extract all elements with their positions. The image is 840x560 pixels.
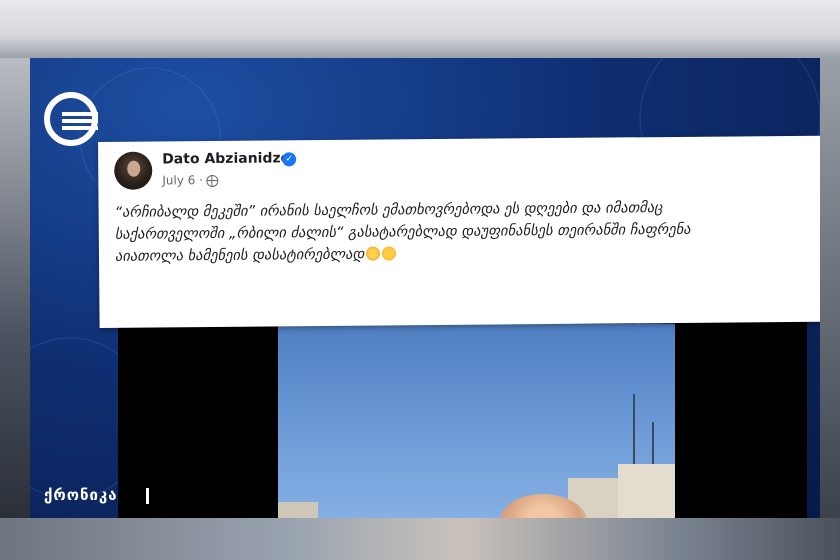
blurred-frame-right	[820, 58, 840, 518]
globe-icon	[206, 174, 219, 188]
video-letterbox-right	[675, 322, 807, 518]
facebook-post-card: Dato Abzianidze ✓ July 6 · “არჩიბალდ მეკ…	[98, 135, 820, 328]
avatar[interactable]	[114, 151, 153, 190]
broadcast-screen: Dato Abzianidze ✓ July 6 · “არჩიბალდ მეკ…	[30, 58, 820, 518]
blurred-frame-left	[0, 58, 30, 518]
building	[618, 464, 675, 518]
blurred-frame-top	[0, 0, 840, 58]
video-letterbox-left	[118, 326, 278, 518]
antenna	[633, 394, 635, 474]
embedded-video[interactable]	[278, 324, 675, 518]
channel-label: ქრონიკა	[44, 486, 118, 504]
emoji-icon	[382, 246, 397, 261]
emoji-icon	[366, 246, 381, 261]
building	[278, 502, 318, 518]
verified-badge-icon: ✓	[282, 152, 297, 167]
channel-label-divider	[146, 488, 149, 504]
post-author[interactable]: Dato Abzianidze	[162, 150, 290, 167]
post-text-line-content: აიათოლა ხამენეის დასატირებლად	[114, 246, 365, 265]
blurred-frame-bottom	[0, 518, 840, 560]
channel-logo-icon	[44, 92, 98, 146]
post-date[interactable]: July 6 ·	[162, 173, 203, 187]
post-text-line: აიათოლა ხამენეის დასატირებლად	[115, 240, 815, 268]
post-text: “არჩიბალდ მეკეში” ირანის საელჩოს ემათხოვ…	[115, 196, 816, 268]
